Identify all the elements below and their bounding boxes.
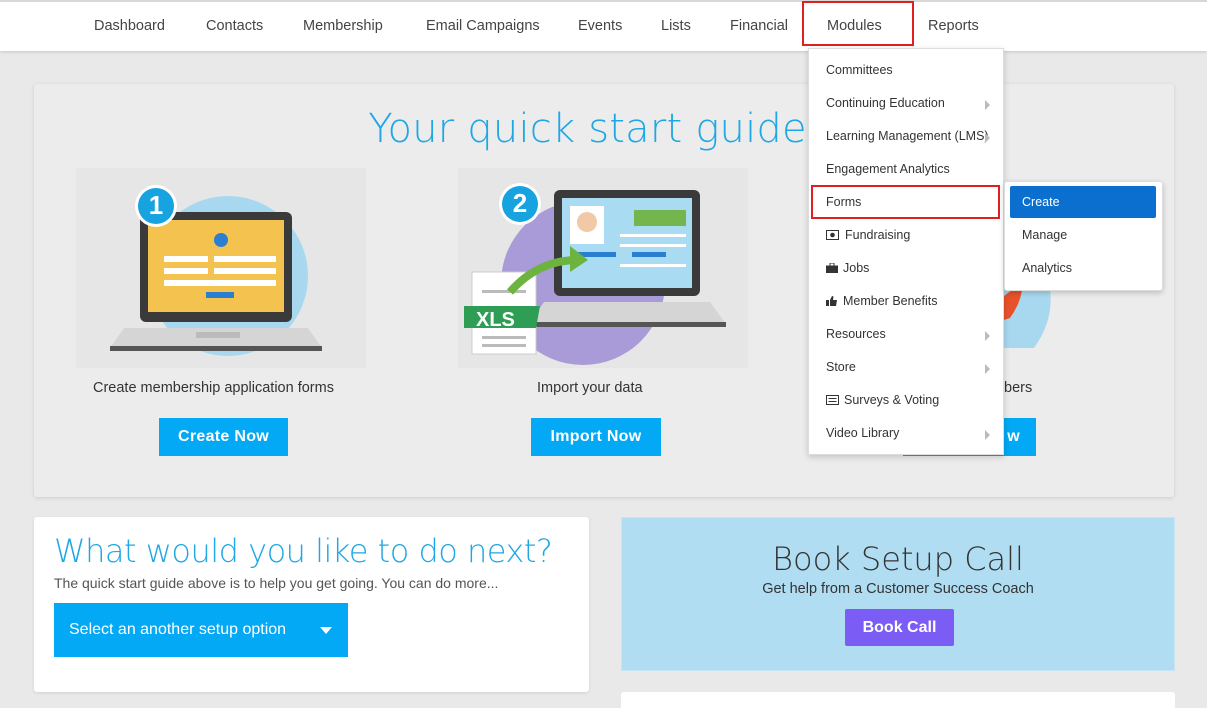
menu-item-label: Fundraising [845,228,911,242]
menu-item-video-library[interactable]: Video Library [826,426,899,440]
nav-contacts[interactable]: Contacts [206,18,263,34]
menu-item-label: Continuing Education [826,96,945,110]
menu-item-member-benefits[interactable]: Member Benefits [826,294,937,308]
nav-membership[interactable]: Membership [303,18,383,34]
menu-item-lms[interactable]: Learning Management (LMS) [826,129,989,143]
nav-dashboard[interactable]: Dashboard [94,18,165,34]
step-2-label: Import your data [537,380,643,396]
menu-item-label: Resources [826,327,886,341]
step-1-label: Create membership application forms [93,380,334,396]
next-steps-subtitle: The quick start guide above is to help y… [54,575,499,591]
book-call-button[interactable]: Book Call [845,609,954,646]
briefcase-icon [826,263,838,273]
nav-events[interactable]: Events [578,18,622,34]
menu-item-label: Video Library [826,426,900,440]
setup-option-label: Select an another setup option [69,621,287,638]
nav-reports[interactable]: Reports [928,18,979,34]
menu-item-label: Store [826,360,856,374]
submenu-item-manage[interactable]: Manage [1022,228,1067,242]
menu-item-store[interactable]: Store [826,360,856,374]
import-now-button[interactable]: Import Now [531,418,661,456]
menu-item-label: Surveys & Voting [844,393,940,407]
menu-item-resources[interactable]: Resources [826,327,886,341]
laptop-import-illustration [458,168,748,368]
top-navigation-bar: Dashboard Contacts Membership Email Camp… [0,0,1207,51]
chevron-right-icon [985,430,990,440]
nav-email-campaigns[interactable]: Email Campaigns [426,18,540,34]
forms-highlight-box [811,185,1000,219]
menu-item-label: Jobs [843,261,870,275]
submenu-item-create[interactable]: Create [1022,195,1060,209]
next-card-partial [621,692,1175,708]
nav-financial[interactable]: Financial [730,18,788,34]
setup-option-select[interactable]: Select an another setup option [54,603,348,657]
chevron-right-icon [985,100,990,110]
chevron-right-icon [985,133,990,143]
book-setup-title: Book Setup Call [772,540,1024,578]
caret-down-icon [320,627,332,634]
list-icon [826,395,839,405]
menu-item-fundraising[interactable]: Fundraising [826,228,910,242]
thumbs-up-icon [826,296,837,306]
money-icon [826,230,839,240]
step-3-illustration-partial [1004,290,1051,348]
book-setup-subtitle: Get help from a Customer Success Coach [762,581,1034,597]
menu-item-label: Committees [826,63,893,77]
menu-item-jobs[interactable]: Jobs [826,261,869,275]
menu-item-label: Member Benefits [843,294,938,308]
submenu-item-analytics[interactable]: Analytics [1022,261,1072,275]
step-3-label-partial: bers [1004,380,1033,396]
next-steps-title: What would you like to do next? [54,532,553,570]
create-now-button[interactable]: Create Now [159,418,288,456]
menu-item-surveys-voting[interactable]: Surveys & Voting [826,393,939,407]
step-1-number: 1 [148,190,164,220]
nav-lists[interactable]: Lists [661,18,691,34]
menu-item-label: Learning Management (LMS) [826,129,989,143]
chevron-right-icon [985,331,990,341]
menu-item-committees[interactable]: Committees [826,63,893,77]
menu-item-label: Engagement Analytics [826,162,950,176]
xls-badge: XLS [476,309,515,331]
modules-highlight-box [802,1,914,46]
chevron-right-icon [985,364,990,374]
laptop-form-illustration [76,168,366,368]
menu-item-continuing-education[interactable]: Continuing Education [826,96,945,110]
menu-item-engagement-analytics[interactable]: Engagement Analytics [826,162,950,176]
step-2-number: 2 [512,188,528,218]
